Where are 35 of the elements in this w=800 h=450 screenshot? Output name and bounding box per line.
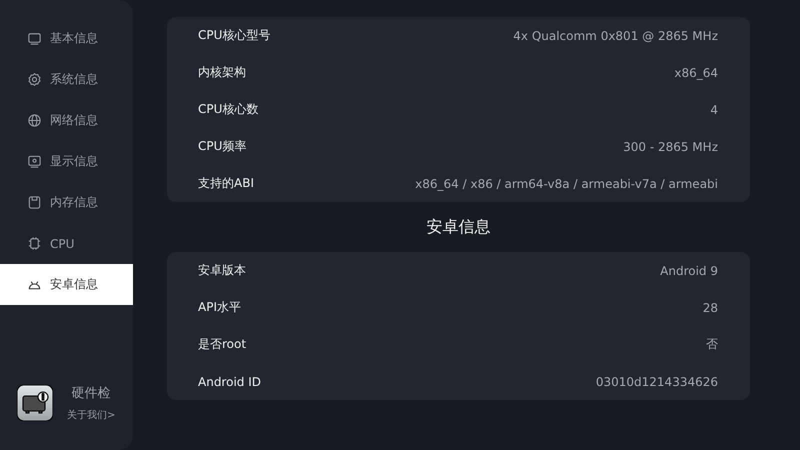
info-value: 03010d1214334626 <box>596 374 718 388</box>
info-label: 支持的ABI <box>198 175 254 192</box>
info-label: CPU核心数 <box>198 101 258 118</box>
chip-icon <box>27 236 42 251</box>
info-label: CPU频率 <box>198 138 246 155</box>
info-value: 28 <box>702 300 718 314</box>
info-value: 300 - 2865 MHz <box>623 140 718 154</box>
section-title: 安卓信息 <box>426 216 490 238</box>
info-label: 内核架构 <box>198 64 246 81</box>
info-value: 4 <box>710 102 718 116</box>
storage-icon <box>27 195 42 210</box>
about-us-link[interactable]: 关于我们> <box>67 408 116 422</box>
sidebar-item[interactable]: 显示信息 <box>0 141 133 182</box>
gear-icon <box>27 72 42 87</box>
globe-icon <box>27 113 42 128</box>
info-value: x86_64 / x86 / arm64-v8a / armeabi-v7a / armeabi <box>415 176 718 190</box>
display-icon <box>27 154 42 169</box>
app-name: 硬件检 <box>72 385 111 402</box>
sidebar-item[interactable]: 内存信息 <box>0 182 133 223</box>
info-label: 安卓版本 <box>198 262 246 279</box>
app-logo-icon <box>17 385 53 421</box>
sidebar-item[interactable]: 系统信息 <box>0 59 133 100</box>
info-label: CPU核心型号 <box>198 27 270 44</box>
info-label: Android ID <box>198 374 261 388</box>
info-value: 4x Qualcomm 0x801 @ 2865 MHz <box>513 28 718 42</box>
sidebar-item[interactable]: CPU <box>0 223 133 264</box>
info-value: 否 <box>706 336 718 353</box>
sidebar-item[interactable]: 基本信息 <box>0 18 133 59</box>
info-value: Android 9 <box>660 264 718 278</box>
sidebar-item[interactable]: 安卓信息 <box>0 264 133 305</box>
info-label: 是否root <box>198 336 246 353</box>
info-value: x86_64 <box>674 66 718 80</box>
monitor-icon <box>27 31 42 46</box>
sidebar-item[interactable]: 网络信息 <box>0 100 133 141</box>
info-label: API水平 <box>198 299 241 316</box>
